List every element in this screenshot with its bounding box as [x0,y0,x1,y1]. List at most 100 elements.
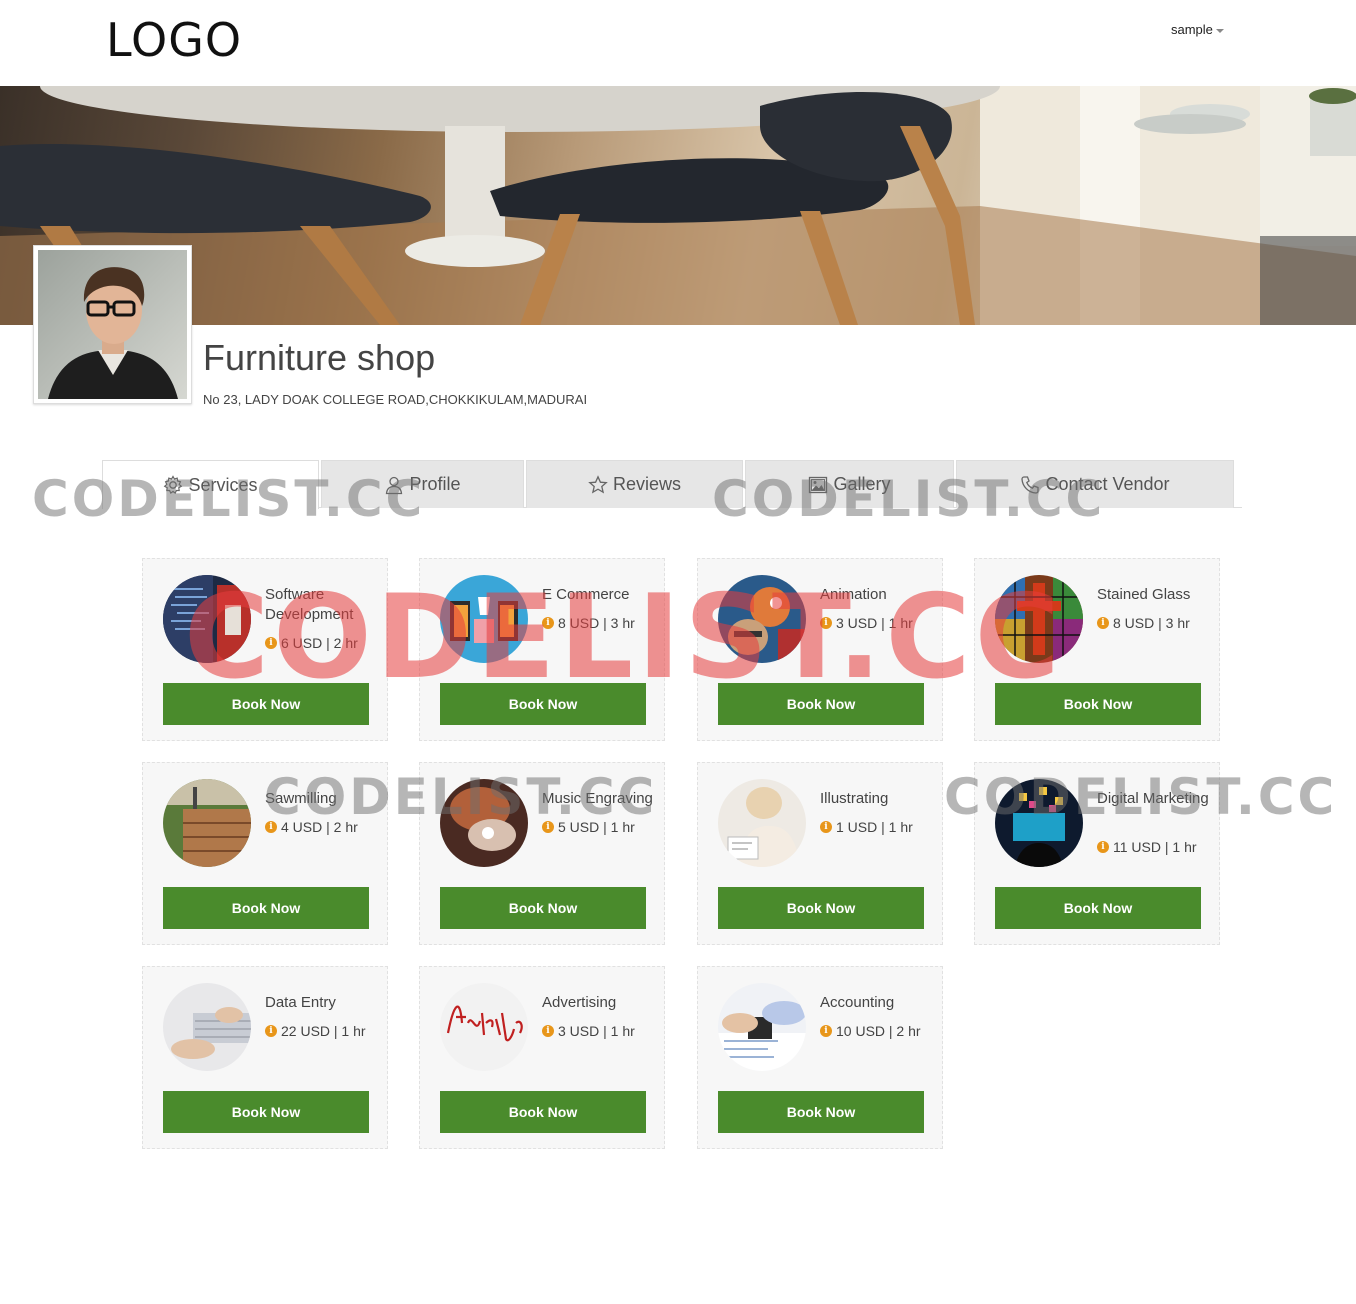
service-title: Music Engraving [542,790,653,807]
e-commerce-image [440,575,528,663]
book-now-button[interactable]: Book Now [440,683,646,725]
service-title: Data Entry [265,994,336,1011]
service-card: Stained Glass i 8 USD | 3 hr Book Now [974,558,1220,741]
service-thumbnail [995,779,1083,867]
chevron-down-icon[interactable] [1215,28,1224,33]
advertising-image [440,983,528,1071]
service-thumbnail [440,779,528,867]
tab-gallery[interactable]: Gallery [745,460,954,508]
vendor-tabs: Services Profile Reviews Gallery Contact… [102,460,1242,509]
service-card: Sawmilling i 4 USD | 2 hr Book Now [142,762,388,945]
service-thumbnail [718,779,806,867]
info-icon: i [542,821,554,833]
digital-marketing-image [995,779,1083,867]
service-price: i 3 USD | 1 hr [542,1023,635,1039]
service-price-text: 3 USD | 1 hr [558,1023,635,1039]
service-title: Sawmilling [265,790,337,807]
animation-image [718,575,806,663]
service-price: i 11 USD | 1 hr [1097,839,1197,855]
service-price: i 8 USD | 3 hr [1097,615,1190,631]
service-price: i 10 USD | 2 hr [820,1023,921,1039]
user-menu[interactable]: sample [1171,22,1224,37]
accounting-image [718,983,806,1071]
service-card: Animation i 3 USD | 1 hr Book Now [697,558,943,741]
service-price-text: 11 USD | 1 hr [1113,839,1197,855]
tab-gallery-label: Gallery [833,474,891,494]
service-price: i 5 USD | 1 hr [542,819,635,835]
music-engraving-image [440,779,528,867]
service-thumbnail [718,575,806,663]
service-title: Animation [820,586,887,603]
service-price-text: 3 USD | 1 hr [836,615,913,631]
info-icon: i [820,1025,832,1037]
cover-image [0,86,1356,325]
service-card: Software Development i 6 USD | 2 hr Book… [142,558,388,741]
service-title: Illustrating [820,790,889,807]
tab-profile[interactable]: Profile [321,460,524,508]
service-title: E Commerce [542,586,630,603]
service-card: Accounting i 10 USD | 2 hr Book Now [697,966,943,1149]
service-card: Music Engraving i 5 USD | 1 hr Book Now [419,762,665,945]
cover-banner [0,86,1356,325]
service-price-text: 5 USD | 1 hr [558,819,635,835]
book-now-button[interactable]: Book Now [440,1091,646,1133]
service-card: Data Entry i 22 USD | 1 hr Book Now [142,966,388,1149]
info-icon: i [820,821,832,833]
service-price: i 22 USD | 1 hr [265,1023,366,1039]
illustrating-image [718,779,806,867]
service-price: i 6 USD | 2 hr [265,635,358,651]
book-now-button[interactable]: Book Now [718,1091,924,1133]
info-icon: i [542,617,554,629]
service-thumbnail [163,575,251,663]
book-now-button[interactable]: Book Now [995,887,1201,929]
service-price-text: 4 USD | 2 hr [281,819,358,835]
book-now-button[interactable]: Book Now [718,887,924,929]
info-icon: i [820,617,832,629]
info-icon: i [1097,617,1109,629]
software-development-image [163,575,251,663]
service-card: Digital Marketing i 11 USD | 1 hr Book N… [974,762,1220,945]
user-name[interactable]: sample [1171,22,1213,37]
service-title: Software Development [265,586,354,623]
book-now-button[interactable]: Book Now [163,1091,369,1133]
service-title: Accounting [820,994,895,1011]
sawmilling-image [163,779,251,867]
info-icon: i [1097,841,1109,853]
book-now-button[interactable]: Book Now [163,683,369,725]
image-icon [809,476,828,493]
info-icon: i [265,637,277,649]
tab-contact-vendor[interactable]: Contact Vendor [956,460,1234,508]
shop-address: No 23, LADY DOAK COLLEGE ROAD,CHOKKIKULA… [203,392,588,407]
service-thumbnail [163,779,251,867]
tab-reviews-label: Reviews [612,474,682,494]
tab-profile-label: Profile [409,474,461,494]
tab-contact-vendor-label: Contact Vendor [1045,474,1170,494]
info-icon: i [265,821,277,833]
book-now-button[interactable]: Book Now [995,683,1201,725]
site-logo[interactable]: LOGO [106,14,242,66]
gear-icon [164,475,183,495]
service-price-text: 8 USD | 3 hr [1113,615,1190,631]
service-thumbnail [440,575,528,663]
book-now-button[interactable]: Book Now [163,887,369,929]
user-icon [386,476,403,494]
tab-reviews[interactable]: Reviews [526,460,743,508]
service-price: i 4 USD | 2 hr [265,819,358,835]
service-card: E Commerce i 8 USD | 3 hr Book Now [419,558,665,741]
service-price: i 8 USD | 3 hr [542,615,635,631]
service-title: Advertising [542,994,617,1011]
vendor-avatar [33,245,192,404]
tab-services[interactable]: Services [102,460,319,509]
service-card: Illustrating i 1 USD | 1 hr Book Now [697,762,943,945]
tab-services-label: Services [188,474,258,495]
shop-name: Furniture shop [203,337,436,378]
book-now-button[interactable]: Book Now [440,887,646,929]
service-price: i 3 USD | 1 hr [820,615,913,631]
service-title: Stained Glass [1097,586,1191,603]
book-now-button[interactable]: Book Now [718,683,924,725]
service-card: Advertising i 3 USD | 1 hr Book Now [419,966,665,1149]
service-price: i 1 USD | 1 hr [820,819,913,835]
service-thumbnail [440,983,528,1071]
data-entry-image [163,983,251,1071]
service-price-text: 22 USD | 1 hr [281,1023,366,1039]
